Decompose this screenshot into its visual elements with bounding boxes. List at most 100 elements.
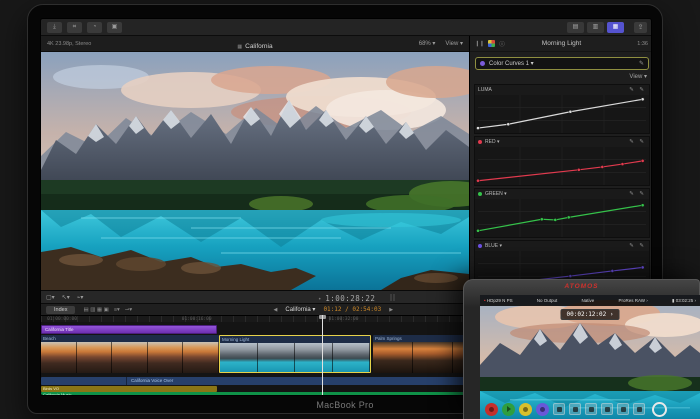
clip-thumbnails	[41, 342, 219, 373]
snap-menu-icon[interactable]: ⊸▾	[125, 307, 132, 313]
inspector-toggle-button[interactable]: ▦	[607, 22, 624, 33]
playhead[interactable]	[322, 315, 323, 396]
keyword-icon: ⌗	[73, 24, 76, 30]
browser-toggle-button[interactable]: ▤	[567, 22, 584, 33]
preset-color-dot	[480, 61, 485, 66]
audio-meters[interactable]	[390, 294, 395, 301]
effects-menu[interactable]: ⌁▾	[77, 294, 84, 301]
input-format[interactable]: HDp29 N PS	[487, 298, 513, 303]
audio-clip-label: California Voice Over	[131, 377, 173, 385]
green-curve-graph[interactable]	[475, 199, 649, 237]
tool-icon	[605, 407, 610, 412]
clip-label: Morning Light	[220, 336, 370, 343]
tool-button-3[interactable]	[585, 403, 597, 415]
background-tasks-button[interactable]: ◔	[87, 22, 102, 33]
viewer-controls: 68% ▾ View ▾	[419, 40, 463, 47]
red-curve-panel: RED ▾ ✎ ✎	[474, 136, 650, 186]
red-curve-graph[interactable]	[475, 147, 649, 185]
inspector-icon: ▦	[613, 24, 619, 30]
tool-button-4[interactable]	[601, 403, 613, 415]
blue-curve-label[interactable]: BLUE ▾	[485, 243, 502, 249]
eyedropper-icons[interactable]: ✎ ✎	[629, 87, 646, 93]
panel-toggles: ▤ ▥ ▦ ⇪	[564, 22, 647, 33]
share-button[interactable]: ⇪	[634, 22, 647, 33]
play-button[interactable]	[502, 403, 515, 416]
record-status-icon: •	[484, 298, 486, 303]
clip-divider	[126, 377, 127, 385]
info-tab-icon[interactable]: ⓘ	[499, 40, 505, 48]
curves-view-dropdown[interactable]: View ▾	[629, 73, 647, 80]
zoom-level-dropdown[interactable]: 68% ▾	[419, 40, 436, 47]
luma-curve-label[interactable]: LUMA	[478, 87, 492, 93]
format-info: 4K 23.98p, Stereo	[47, 41, 91, 47]
project-navigation: ◀ California ▾ 01:12 / 02:54:03 ▶	[274, 306, 394, 313]
title-clip[interactable]: California Title	[41, 325, 217, 334]
edit-mode-icon	[540, 407, 545, 412]
tool-button-2[interactable]	[569, 403, 581, 415]
red-dot-icon	[478, 140, 482, 144]
import-icon: ⤓	[53, 24, 56, 30]
next-project-icon[interactable]: ▶	[389, 307, 393, 313]
battery-status[interactable]: ▮ 03:02:25 ›	[672, 298, 696, 304]
clip-appearance-menu[interactable]: ▢▾	[46, 294, 55, 301]
zoom-menu-icon[interactable]: ≡▾	[114, 307, 120, 313]
play-icon	[507, 406, 511, 412]
eyedropper-icons[interactable]: ✎ ✎	[629, 191, 646, 197]
mode-status[interactable]: Native	[582, 298, 595, 303]
timeline-project-dropdown[interactable]: California ▾	[285, 306, 315, 313]
monitor-timecode[interactable]: 00:02:12:02 ›	[561, 309, 620, 320]
video-tab-icon[interactable]: ❙❙	[475, 41, 484, 47]
tools-menu[interactable]: ↖▾	[62, 294, 70, 301]
dial-button[interactable]	[652, 402, 667, 417]
luma-curve-graph[interactable]	[475, 95, 649, 133]
output-status[interactable]: No Output	[537, 298, 558, 303]
record-icon	[489, 407, 494, 412]
eyedropper-icons[interactable]: ✎ ✎	[629, 243, 646, 249]
project-icon: ▦	[237, 44, 242, 50]
eyedropper-icons[interactable]: ✎ ✎	[629, 139, 646, 145]
selection-range-info: 01:12 / 02:54:03	[323, 306, 381, 313]
tool-icon	[589, 407, 594, 412]
extensions-icon: ▣	[112, 24, 118, 30]
viewer-image	[41, 52, 469, 290]
import-button[interactable]: ⤓	[47, 22, 62, 33]
keyword-editor-button[interactable]: ⌗	[67, 22, 82, 33]
monitor-controls	[480, 398, 700, 419]
codec-status[interactable]: ProRes RAW ›	[618, 298, 647, 303]
viewer-canvas[interactable]	[41, 52, 469, 290]
video-clip-morning-light-selected[interactable]: Morning Light	[219, 335, 371, 373]
browser-icon: ▤	[573, 24, 579, 30]
monitor-mode-icon	[523, 407, 528, 412]
timeline-toggle-button[interactable]: ▥	[587, 22, 604, 33]
color-tab-icon[interactable]	[488, 40, 495, 47]
clip-label: Beach	[41, 335, 219, 342]
appearance-toggle-icons[interactable]: ▤ ▥ ▦ ▣	[83, 307, 108, 313]
green-curve-label[interactable]: GREEN ▾	[485, 191, 507, 197]
index-button[interactable]: Index	[46, 306, 75, 314]
current-timecode: 1:00:28:22	[325, 294, 375, 303]
view-dropdown[interactable]: View ▾	[445, 40, 463, 47]
clip-duration: 1:36	[637, 41, 648, 47]
tool-button-1[interactable]	[553, 403, 565, 415]
prev-project-icon[interactable]: ◀	[274, 307, 278, 313]
clip-thumbnails	[220, 343, 370, 373]
fcp-toolbar: ⤓ ⌗ ◔ ▣ ▤ ▥ ▦ ⇪	[41, 19, 652, 36]
red-curve-label[interactable]: RED ▾	[485, 139, 499, 145]
inspector-header: ❙❙ ⓘ Morning Light 1:36	[470, 36, 652, 52]
video-clip-beach[interactable]: Beach	[41, 335, 219, 373]
tool-button-6[interactable]	[633, 403, 645, 415]
edit-mode-button[interactable]	[536, 403, 549, 416]
monitor-mode-button[interactable]	[519, 403, 532, 416]
monitor-status-bar: • HDp29 N PS No Output Native ProRes RAW…	[480, 295, 700, 306]
green-dot-icon	[478, 192, 482, 196]
share-icon: ⇪	[638, 24, 644, 31]
monitor-brand-logo: ATOMOS	[464, 283, 699, 290]
eyedropper-icon[interactable]: ✎	[639, 60, 644, 67]
extensions-button[interactable]: ▣	[107, 22, 122, 33]
tool-icon	[621, 407, 626, 412]
tasks-icon: ◔	[93, 24, 97, 30]
tool-icon	[637, 407, 642, 412]
record-button[interactable]	[485, 403, 498, 416]
tool-button-5[interactable]	[617, 403, 629, 415]
color-preset-dropdown[interactable]: Color Curves 1 ▾ ✎	[475, 57, 649, 70]
